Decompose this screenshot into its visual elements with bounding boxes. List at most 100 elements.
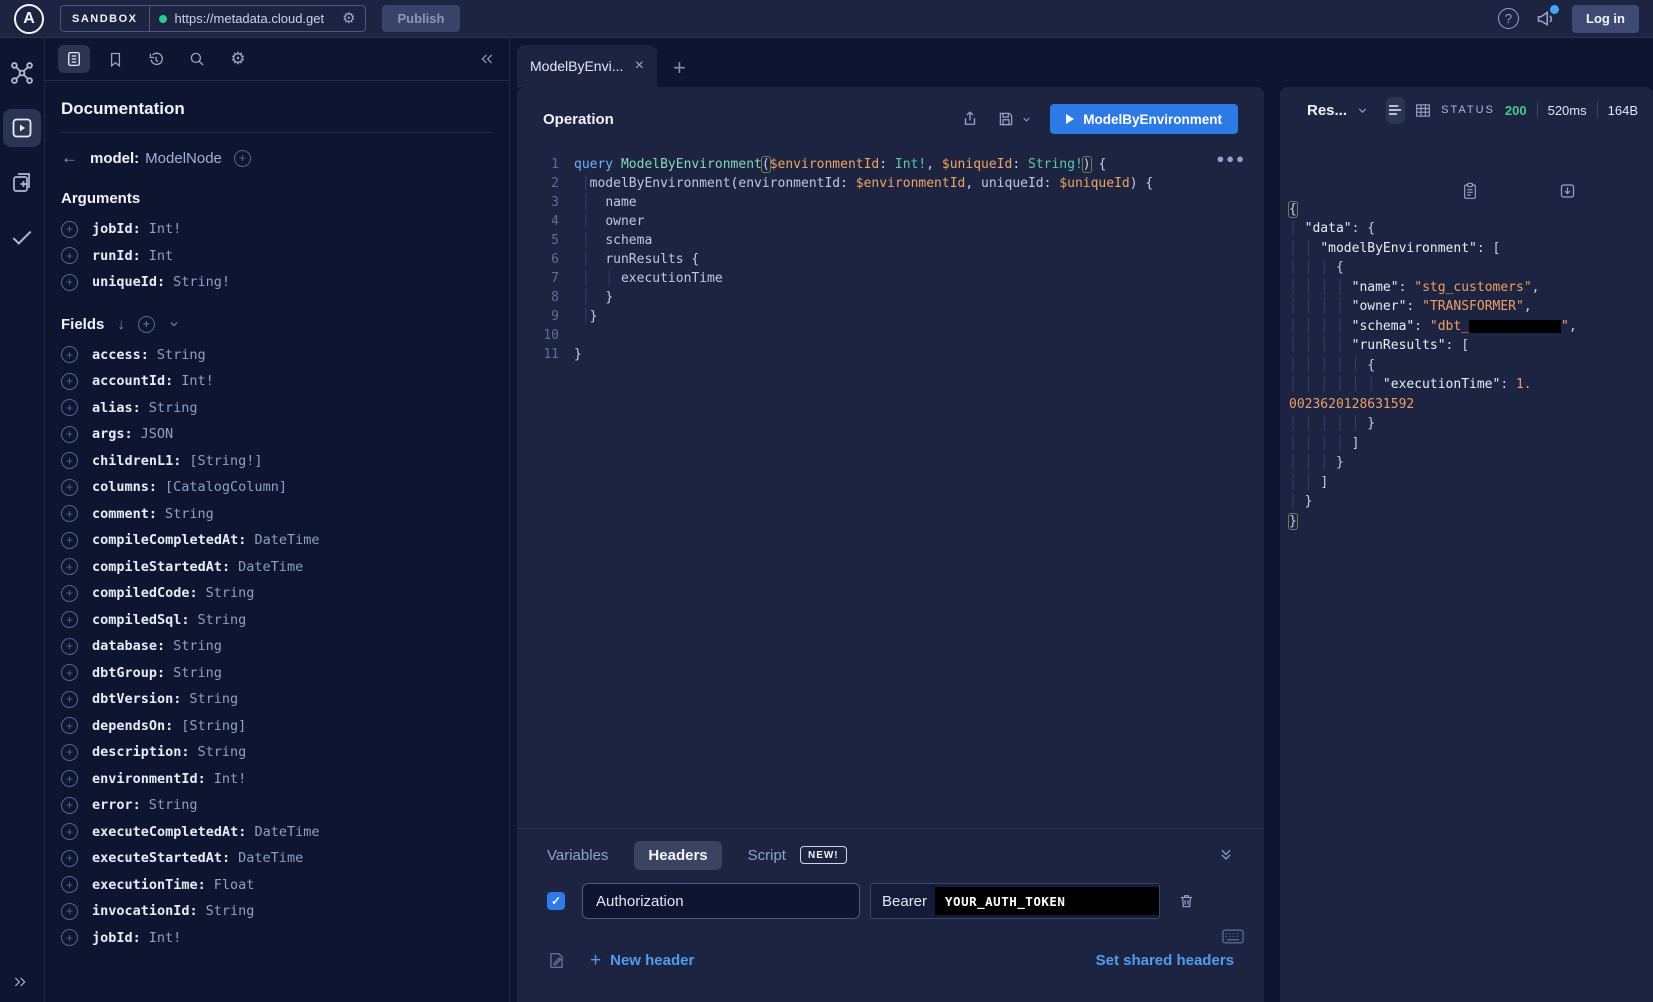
field-row[interactable]: +accountId:Int! <box>61 368 493 395</box>
field-type-link[interactable]: String <box>206 585 255 601</box>
code-line[interactable]: 4 │ owner <box>517 212 1264 231</box>
editor-more-options-icon[interactable]: ●●● <box>1216 151 1246 166</box>
save-operation-group[interactable] <box>997 110 1032 128</box>
field-type-link[interactable]: String <box>198 744 247 760</box>
field-row[interactable]: +compileStartedAt:DateTime <box>61 554 493 581</box>
add-to-query-icon[interactable]: + <box>61 532 78 549</box>
field-type-link[interactable]: String <box>157 347 206 363</box>
breadcrumb-type-link[interactable]: ModelNode <box>145 150 222 167</box>
bookmark-icon[interactable] <box>99 45 131 73</box>
add-to-query-icon[interactable]: + <box>61 744 78 761</box>
checklist-check-icon[interactable] <box>9 224 35 250</box>
add-to-query-icon[interactable]: + <box>61 611 78 628</box>
add-to-query-icon[interactable]: + <box>61 426 78 443</box>
add-to-query-icon[interactable]: + <box>61 247 78 264</box>
copy-response-icon[interactable] <box>1462 143 1540 239</box>
expand-rail-icon[interactable] <box>10 974 30 990</box>
code-line[interactable]: 1query ModelByEnvironment($environmentId… <box>517 155 1264 174</box>
add-to-query-icon[interactable]: + <box>61 399 78 416</box>
field-type-link[interactable]: Int <box>149 248 173 264</box>
field-type-link[interactable]: [String!] <box>189 453 262 469</box>
code-line[interactable]: 3 │ name <box>517 193 1264 212</box>
endpoint-url[interactable]: https://metadata.cloud.get <box>175 11 335 26</box>
add-to-query-icon[interactable]: + <box>61 929 78 946</box>
field-row[interactable]: +columns:[CatalogColumn] <box>61 474 493 501</box>
add-to-query-icon[interactable]: + <box>61 346 78 363</box>
edit-headers-file-icon[interactable] <box>547 951 566 970</box>
add-to-query-icon[interactable]: + <box>61 797 78 814</box>
run-operation-button[interactable]: ModelByEnvironment <box>1050 104 1238 134</box>
new-header-button[interactable]: + New header <box>590 950 694 972</box>
field-row[interactable]: +dbtGroup:String <box>61 660 493 687</box>
add-all-fields-icon[interactable]: + <box>138 316 155 333</box>
argument-row[interactable]: +uniqueId:String! <box>61 269 493 296</box>
field-row[interactable]: +environmentId:Int! <box>61 766 493 793</box>
field-row[interactable]: +childrenL1:[String!] <box>61 448 493 475</box>
field-type-link[interactable]: String <box>173 638 222 654</box>
tab-headers[interactable]: Headers <box>634 841 721 870</box>
field-row[interactable]: +compileCompletedAt:DateTime <box>61 527 493 554</box>
response-chevron-down-icon[interactable] <box>1356 104 1369 117</box>
add-to-query-icon[interactable]: + <box>61 903 78 920</box>
docs-settings-gear-icon[interactable]: ⚙ <box>222 45 254 73</box>
argument-row[interactable]: +jobId:Int! <box>61 216 493 243</box>
field-type-link[interactable]: Float <box>214 877 255 893</box>
tab-variables[interactable]: Variables <box>547 847 608 864</box>
field-row[interactable]: +database:String <box>61 633 493 660</box>
code-line[interactable]: 11} <box>517 345 1264 364</box>
add-to-query-icon[interactable]: + <box>61 221 78 238</box>
explorer-play-icon[interactable] <box>3 109 41 147</box>
add-to-query-icon[interactable]: + <box>61 558 78 575</box>
add-to-query-icon[interactable]: + <box>61 373 78 390</box>
argument-row[interactable]: +runId:Int <box>61 243 493 270</box>
field-type-link[interactable]: JSON <box>141 426 174 442</box>
close-tab-icon[interactable]: × <box>635 57 644 75</box>
field-type-link[interactable]: DateTime <box>238 559 303 575</box>
history-icon[interactable] <box>140 45 172 73</box>
field-row[interactable]: +executionTime:Float <box>61 872 493 899</box>
field-row[interactable]: +compiledSql:String <box>61 607 493 634</box>
publish-button[interactable]: Publish <box>382 5 461 32</box>
field-row[interactable]: +invocationId:String <box>61 898 493 925</box>
collapse-footer-icon[interactable] <box>1218 847 1234 863</box>
delete-header-icon[interactable] <box>1178 892 1195 910</box>
add-to-query-icon[interactable]: + <box>61 505 78 522</box>
field-type-link[interactable]: Int! <box>214 771 247 787</box>
share-operation-icon[interactable] <box>961 110 979 128</box>
json-view-icon[interactable] <box>1386 97 1405 124</box>
field-row[interactable]: +dependsOn:[String] <box>61 713 493 740</box>
help-icon[interactable]: ? <box>1498 8 1519 29</box>
download-response-icon[interactable] <box>1559 143 1637 239</box>
field-row[interactable]: +description:String <box>61 739 493 766</box>
field-type-link[interactable]: [String] <box>181 718 246 734</box>
documentation-tab-icon[interactable] <box>58 45 90 73</box>
field-type-link[interactable]: String <box>189 691 238 707</box>
code-line[interactable]: 8 │ } <box>517 288 1264 307</box>
header-enabled-checkbox[interactable]: ✓ <box>547 892 565 910</box>
code-line[interactable]: 7 │ │ executionTime <box>517 269 1264 288</box>
add-model-to-query-icon[interactable]: + <box>234 150 251 167</box>
add-tab-icon[interactable]: + <box>673 57 686 79</box>
endpoint-settings-gear-icon[interactable]: ⚙ <box>342 11 355 26</box>
collapse-docs-icon[interactable] <box>478 51 496 67</box>
field-type-link[interactable]: String <box>165 506 214 522</box>
add-to-query-icon[interactable]: + <box>61 585 78 602</box>
field-type-link[interactable]: String <box>198 612 247 628</box>
field-row[interactable]: +alias:String <box>61 395 493 422</box>
response-title[interactable]: Res... <box>1307 102 1347 119</box>
login-button[interactable]: Log in <box>1572 5 1639 33</box>
field-row[interactable]: +access:String <box>61 342 493 369</box>
add-to-query-icon[interactable]: + <box>61 638 78 655</box>
keyboard-shortcuts-icon[interactable] <box>1222 929 1244 944</box>
field-type-link[interactable]: DateTime <box>254 532 319 548</box>
add-to-query-icon[interactable]: + <box>61 691 78 708</box>
query-editor[interactable]: 1query ModelByEnvironment($environmentId… <box>517 151 1264 828</box>
code-line[interactable]: 5 │ schema <box>517 231 1264 250</box>
field-row[interactable]: +executeStartedAt:DateTime <box>61 845 493 872</box>
fields-options-chevron-icon[interactable] <box>168 318 180 330</box>
code-line[interactable]: 6 │ runResults { <box>517 250 1264 269</box>
code-line[interactable]: 9 │} <box>517 307 1264 326</box>
operation-tab[interactable]: ModelByEnvi... × <box>517 45 657 87</box>
add-to-query-icon[interactable]: + <box>61 770 78 787</box>
add-to-query-icon[interactable]: + <box>61 452 78 469</box>
